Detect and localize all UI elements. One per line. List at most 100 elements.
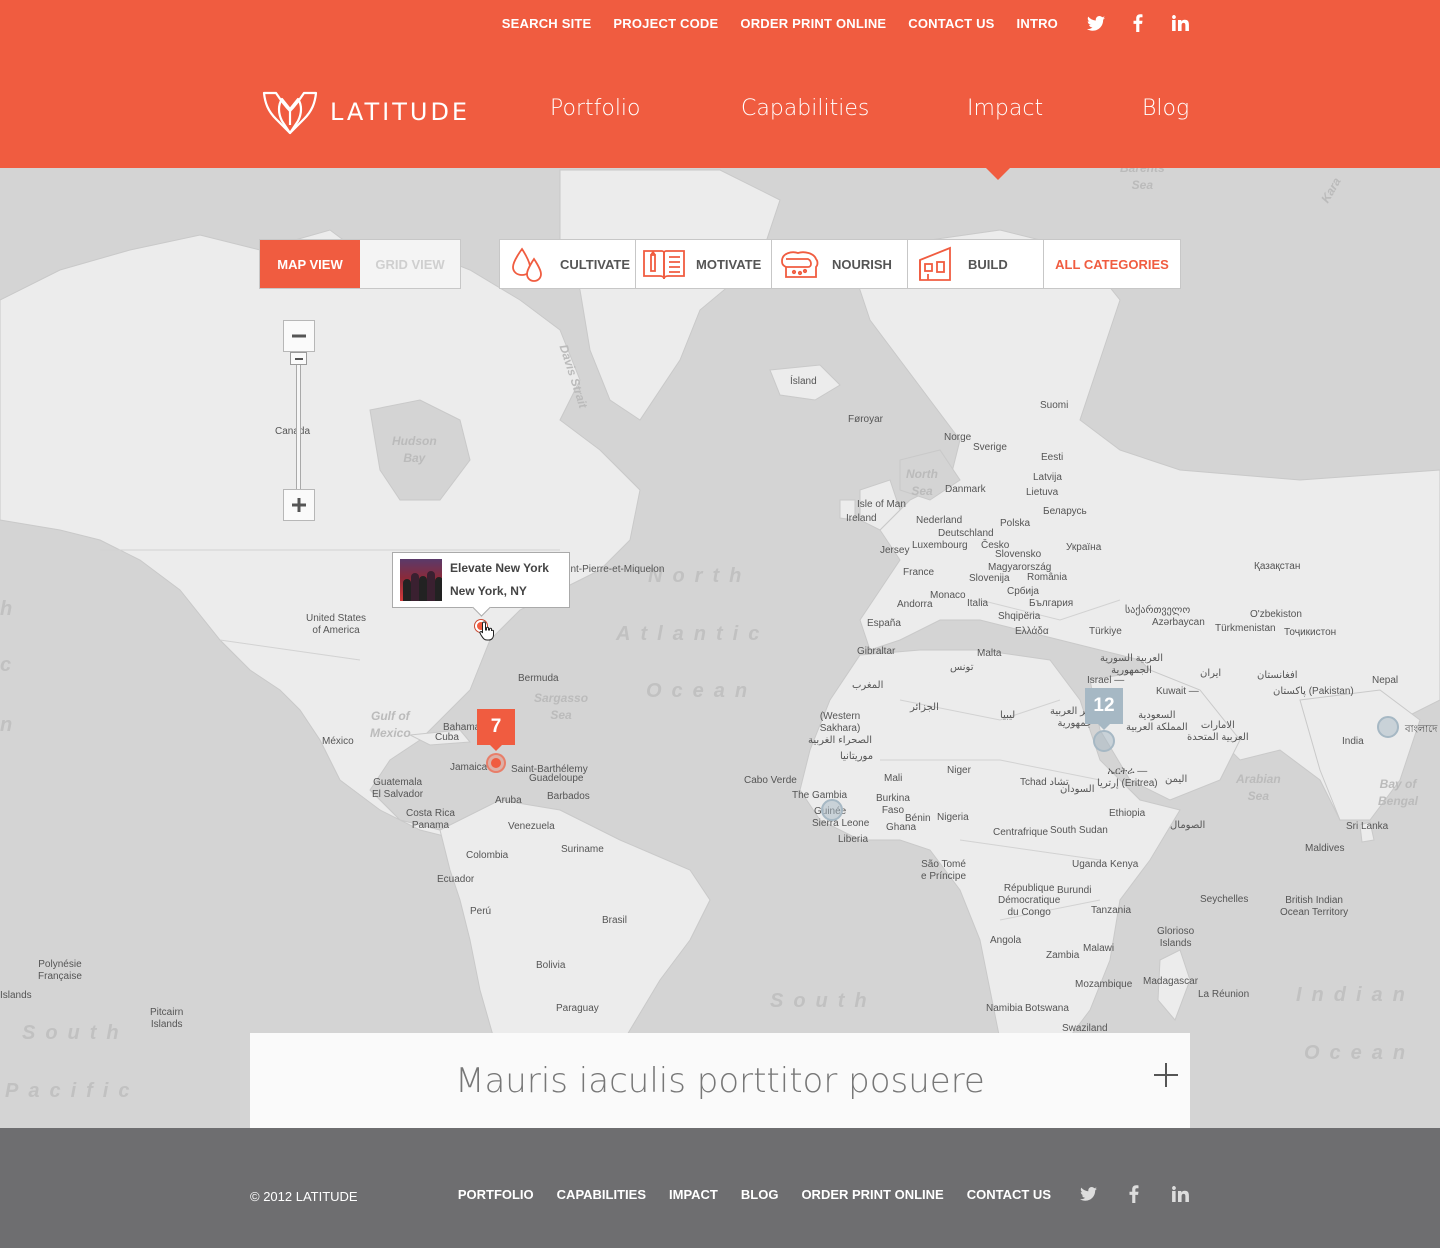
map-label-espana: España	[867, 618, 901, 629]
map-dot-india[interactable]	[1377, 716, 1399, 738]
active-nav-caret	[986, 168, 1010, 180]
footer-blog-link[interactable]: BLOG	[741, 1187, 779, 1202]
map-label-sri-lanka: Sri Lanka	[1346, 821, 1389, 832]
map-label-libya: ليبيا	[1000, 710, 1016, 721]
zoom-in-button[interactable]	[283, 489, 315, 521]
order-print-link[interactable]: ORDER PRINT ONLINE	[740, 16, 886, 31]
map-label-barbados: Barbados	[547, 791, 590, 802]
map-label-eritrea: ኤርትራ — إرتريا (Eritrea)	[1097, 766, 1158, 789]
map-label-kuwait: Kuwait —	[1156, 686, 1199, 697]
facebook-icon[interactable]	[1124, 1184, 1144, 1204]
category-motivate[interactable]: MOTIVATE	[636, 240, 772, 288]
utility-nav: SEARCH SITE PROJECT CODE ORDER PRINT ONL…	[502, 0, 1190, 46]
zoom-out-button[interactable]	[283, 320, 315, 352]
contact-us-link[interactable]: CONTACT US	[908, 16, 994, 31]
footer-impact-link[interactable]: IMPACT	[669, 1187, 718, 1202]
nav-blog[interactable]: Blog	[1142, 96, 1189, 121]
map-label-polska: Polska	[1000, 518, 1031, 529]
cluster-dot-middle-east[interactable]	[1093, 730, 1115, 752]
twitter-icon[interactable]	[1086, 13, 1106, 33]
footer-capabilities-link[interactable]: CAPABILITIES	[557, 1187, 646, 1202]
map-label-liberia: Liberia	[838, 834, 869, 845]
map-label-monaco: Monaco	[930, 590, 966, 601]
map-label-reunion: La Réunion	[1198, 989, 1250, 1000]
map-label-yemen: اليمن	[1165, 774, 1188, 785]
view-toggle: MAP VIEW GRID VIEW	[259, 239, 461, 289]
map-label-somalia: الصومال	[1170, 820, 1206, 831]
linkedin-icon[interactable]	[1170, 13, 1190, 33]
map-label-italia: Italia	[967, 598, 989, 609]
map-label-brasil: Brasil	[602, 915, 628, 926]
map-label-sao-tome: São Tomé e Príncipe	[921, 859, 967, 882]
map-label-niger: Niger	[947, 765, 971, 776]
category-label: BUILD	[968, 256, 1008, 272]
nav-impact[interactable]: Impact	[967, 96, 1043, 121]
linkedin-icon[interactable]	[1170, 1184, 1190, 1204]
map-label-glorioso: Glorioso Islands	[1157, 926, 1195, 949]
map-label-mali: Mali	[884, 773, 903, 784]
featured-headline: Mauris iaculis porttitor posuere	[455, 1060, 985, 1101]
ocean-label: Ocean	[646, 680, 758, 702]
footer-order-print-link[interactable]: ORDER PRINT ONLINE	[801, 1187, 943, 1202]
grid-view-button[interactable]: GRID VIEW	[360, 240, 460, 288]
category-label: CULTIVATE	[560, 256, 631, 272]
category-all[interactable]: ALL CATEGORIES	[1044, 240, 1180, 288]
map-label-burundi: Burundi	[1057, 885, 1092, 896]
map-label-canada: Canada	[275, 426, 311, 437]
footer-portfolio-link[interactable]: PORTFOLIO	[458, 1187, 534, 1202]
cluster-marker-middle-east[interactable]: 12	[1085, 688, 1123, 730]
map-label-venezuela: Venezuela	[508, 821, 555, 832]
category-label: NOURISH	[832, 256, 892, 272]
category-label: MOTIVATE	[696, 256, 762, 272]
category-nourish[interactable]: NOURISH	[772, 240, 908, 288]
world-map[interactable]: North Atlantic Ocean South South Pacific…	[0, 168, 1440, 1128]
map-label-slovensko: Slovensko	[995, 549, 1042, 560]
map-label-syria: العربية السورية الجمهورية	[1100, 653, 1163, 676]
map-dot-west-africa[interactable]	[821, 799, 843, 821]
map-label-mozambique: Mozambique	[1075, 979, 1133, 990]
intro-link[interactable]: INTRO	[1017, 16, 1058, 31]
nav-portfolio[interactable]: Portfolio	[550, 96, 641, 121]
zoom-slider-track[interactable]	[296, 352, 301, 491]
ocean-label: Pacific	[5, 1080, 140, 1102]
map-label-south-sudan: South Sudan	[1050, 825, 1108, 836]
zoom-slider-handle[interactable]	[290, 352, 307, 365]
project-tooltip[interactable]: Elevate New York New York, NY	[392, 552, 570, 608]
cluster-marker-caribbean[interactable]: 7	[477, 709, 515, 751]
map-label-zambia: Zambia	[1046, 950, 1080, 961]
search-site-link[interactable]: SEARCH SITE	[502, 16, 592, 31]
tooltip-text: Elevate New York New York, NY	[450, 557, 549, 603]
tooltip-title: Elevate New York	[450, 561, 549, 575]
map-label-algeria: الجزائر	[910, 702, 939, 713]
featured-bar[interactable]: Mauris iaculis porttitor posuere	[250, 1033, 1190, 1128]
main-nav: Portfolio Capabilities Impact Blog	[550, 96, 1190, 128]
header-social	[1086, 13, 1190, 33]
map-label-isle-of-man: Isle of Man	[857, 499, 906, 510]
map-label-ellada: Ελλάδα	[1015, 626, 1049, 637]
map-label-tunisia: تونس	[950, 662, 974, 673]
ocean-label: h	[0, 598, 23, 620]
category-build[interactable]: BUILD	[908, 240, 1044, 288]
facebook-icon[interactable]	[1128, 13, 1148, 33]
map-view-button[interactable]: MAP VIEW	[260, 240, 360, 288]
sea-label: Arabian Sea	[1236, 772, 1281, 803]
map-label-ecuador: Ecuador	[437, 874, 475, 885]
footer-social	[1078, 1184, 1190, 1204]
footer-contact-link[interactable]: CONTACT US	[967, 1187, 1051, 1202]
twitter-icon[interactable]	[1078, 1184, 1098, 1204]
project-code-link[interactable]: PROJECT CODE	[613, 16, 718, 31]
map-label-bermuda: Bermuda	[518, 673, 559, 684]
map-label-costa-rica: Costa Rica Panama	[406, 808, 455, 831]
map-label-nederland: Nederland	[916, 515, 963, 526]
expand-plus-icon[interactable]	[1154, 1063, 1178, 1087]
category-cultivate[interactable]: CULTIVATE	[500, 240, 636, 288]
nav-capabilities[interactable]: Capabilities	[741, 96, 869, 121]
map-label-uzbekiston: O'zbekiston	[1250, 609, 1302, 620]
map-label-ukraina: Україна	[1066, 542, 1102, 553]
map-label-danmark: Danmark	[945, 484, 986, 495]
map-label-malta: Malta	[977, 648, 1002, 659]
brand-logo[interactable]: LATITUDE	[262, 89, 470, 135]
map-label-polynesie: Polynésie Française	[38, 959, 82, 982]
map-label-saudi: السعودية المملكة العربية	[1126, 710, 1188, 733]
sea-label: Barents Sea	[1120, 168, 1165, 192]
